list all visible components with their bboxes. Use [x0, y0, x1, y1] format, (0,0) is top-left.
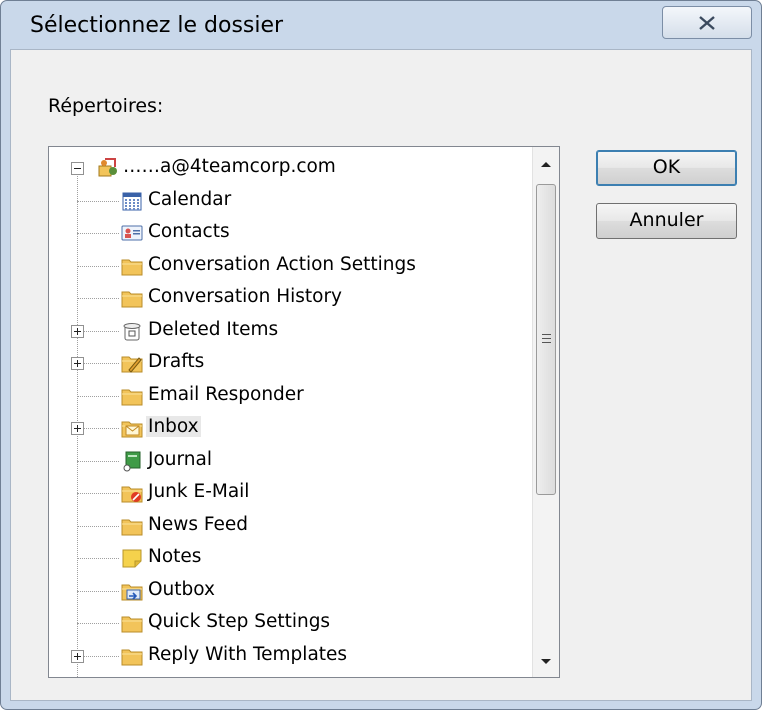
tree-item-email-responder[interactable]: Email Responder: [49, 381, 529, 411]
mailbox-root-icon: [98, 158, 117, 177]
inbox-icon: [121, 421, 143, 438]
tree-root-item[interactable]: ……a@4teamcorp.com: [49, 153, 529, 183]
tree-item-label: Calendar: [148, 188, 232, 210]
tree-item-label: Junk E-Mail: [148, 481, 250, 502]
arrow-down-icon: [541, 659, 551, 664]
tree-item-label: Inbox: [146, 416, 201, 437]
tree-item-label: Deleted Items: [148, 318, 279, 340]
tree-connector-line: [77, 493, 119, 494]
folder-icon: [121, 649, 143, 665]
expand-toggle[interactable]: [71, 422, 84, 435]
tree-item-quick-step-settings[interactable]: Quick Step Settings: [49, 608, 529, 638]
tree-item-label: ……a@4teamcorp.com: [123, 156, 336, 177]
tree-item-label: Outbox: [148, 578, 215, 600]
tree-item-inbox[interactable]: Inbox: [49, 413, 529, 443]
tree-item-journal[interactable]: Journal: [49, 446, 529, 476]
trash-icon: [123, 322, 141, 340]
tree-item-label: Conversation Action Settings: [148, 253, 416, 275]
title-bar[interactable]: Sélectionnez le dossier: [1, 1, 761, 43]
tree-item-reply-with-templates[interactable]: Reply With Templates: [49, 641, 529, 671]
scroll-grip: [542, 342, 551, 343]
tree-item-label: RSS Feeds: [146, 676, 246, 677]
notes-icon: [122, 549, 142, 568]
outbox-icon: [121, 584, 143, 600]
tree-connector-line: [77, 460, 119, 462]
junk-icon: [121, 486, 143, 503]
collapse-toggle[interactable]: [71, 162, 84, 175]
tree-item-label: Email Responder: [148, 383, 304, 405]
tree-item-junk-e-mail[interactable]: Junk E-Mail: [49, 478, 529, 508]
dialog-title: Sélectionnez le dossier: [30, 13, 284, 38]
dialog-client-area: Répertoires: ……a@4teamcorp.com Calendar Co…: [10, 49, 752, 701]
select-folder-dialog: Sélectionnez le dossier Répertoires: ……a…: [0, 0, 762, 710]
tree-item-label: Contacts: [148, 221, 230, 242]
expand-toggle[interactable]: [71, 357, 84, 370]
ok-button[interactable]: OK: [596, 150, 737, 186]
folder-icon: [121, 389, 143, 405]
tree-connector-line: [77, 558, 119, 559]
scroll-up-button[interactable]: [536, 155, 556, 175]
tree-item-label: Conversation History: [148, 286, 343, 307]
expand-toggle[interactable]: [71, 324, 84, 338]
arrow-up-icon: [541, 162, 551, 167]
scroll-thumb[interactable]: [536, 184, 556, 495]
tree-item-conversation-action-settings[interactable]: Conversation Action Settings: [49, 251, 529, 281]
tree-item-rss-feeds[interactable]: RSS Feeds: [49, 673, 529, 678]
folder-icon: [121, 291, 143, 308]
folder-icon: [121, 677, 143, 678]
journal-icon: [123, 451, 141, 471]
folders-label: Répertoires:: [48, 95, 164, 117]
tree-connector-line: [77, 233, 119, 234]
tree-connector-line: [77, 265, 119, 267]
tree-item-label: Reply With Templates: [148, 643, 348, 665]
tree-connector-line: [77, 623, 119, 624]
tree-item-label: Drafts: [148, 351, 205, 372]
tree-item-label: News Feed: [148, 513, 249, 535]
close-button[interactable]: [662, 6, 752, 39]
tree-item-label: Notes: [148, 546, 202, 567]
vertical-scrollbar[interactable]: [532, 147, 559, 677]
scroll-grip: [542, 338, 551, 339]
cancel-button[interactable]: Annuler: [596, 203, 737, 239]
expand-toggle[interactable]: [71, 649, 84, 663]
tree-item-drafts[interactable]: Drafts: [49, 348, 529, 378]
tree-item-label: Journal: [148, 448, 212, 470]
tree-item-contacts[interactable]: Contacts: [49, 218, 529, 248]
drafts-icon: [121, 356, 143, 373]
tree-item-deleted-items[interactable]: Deleted Items: [49, 316, 529, 346]
folder-icon: [121, 616, 143, 633]
folder-tree[interactable]: ……a@4teamcorp.com Calendar Contacts Convers…: [48, 146, 560, 678]
folder-icon: [121, 519, 143, 535]
tree-item-notes[interactable]: Notes: [49, 543, 529, 573]
scroll-down-button[interactable]: [536, 652, 556, 672]
folder-icon: [121, 259, 143, 275]
tree-item-outbox[interactable]: Outbox: [49, 576, 529, 606]
scroll-grip: [542, 334, 551, 335]
tree-item-label: Quick Step Settings: [148, 611, 331, 632]
calendar-icon: [122, 192, 142, 210]
tree-item-news-feed[interactable]: News Feed: [49, 511, 529, 541]
tree-item-calendar[interactable]: Calendar: [49, 186, 529, 216]
tree-connector-line: [77, 298, 119, 299]
tree-connector-line: [77, 200, 119, 202]
tree-connector-line: [77, 525, 119, 527]
tree-connector-line: [77, 395, 119, 397]
contacts-icon: [121, 225, 143, 241]
tree-item-conversation-history[interactable]: Conversation History: [49, 283, 529, 313]
tree-connector-line: [77, 590, 119, 592]
close-icon: [699, 16, 715, 30]
